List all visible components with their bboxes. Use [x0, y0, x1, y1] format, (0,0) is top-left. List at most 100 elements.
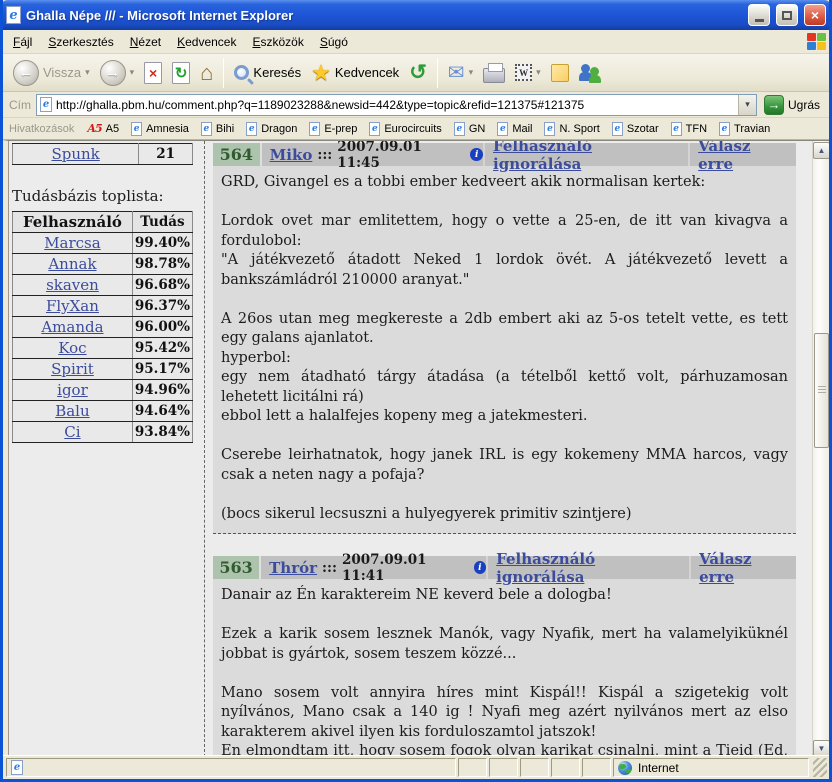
score-value: 94.96% [132, 380, 192, 401]
link-item-a5[interactable]: A5 A5 [84, 122, 126, 135]
close-button[interactable]: × [804, 4, 826, 26]
ignore-user-link[interactable]: Felhasználó ignorálása [493, 140, 680, 173]
score-value: 96.37% [132, 296, 192, 317]
resize-grip[interactable] [813, 758, 827, 777]
link-item[interactable]: e Amnesia [128, 122, 196, 136]
back-icon: ← [13, 60, 39, 86]
user-link[interactable]: Koc [58, 339, 86, 357]
user-link[interactable]: Spirit [51, 360, 94, 378]
mail-button[interactable]: ✉ ▾ [444, 61, 477, 85]
link-label: Travian [734, 123, 770, 135]
user-link[interactable]: igor [57, 381, 88, 399]
scrollbar-thumb[interactable] [814, 333, 829, 448]
ie-doc-icon: e [246, 122, 257, 136]
score-value: 96.68% [132, 275, 192, 296]
favorites-button[interactable]: ★ Kedvencek [307, 60, 403, 86]
edit-button[interactable]: W ▾ [511, 62, 545, 83]
link-item[interactable]: e GN [451, 122, 493, 136]
toplist-row: FlyXan 96.37% [13, 296, 193, 317]
vertical-scrollbar[interactable]: ▲ ▼ [812, 141, 829, 757]
forward-button[interactable]: → ▾ [96, 58, 139, 88]
menu-item[interactable]: Súgó [312, 32, 356, 52]
scroll-up-button[interactable]: ▲ [813, 142, 829, 159]
messenger-button[interactable] [575, 61, 607, 85]
user-link[interactable]: Balu [55, 402, 89, 420]
back-button[interactable]: ← Vissza ▾ [9, 58, 94, 88]
user-link[interactable]: skaven [46, 276, 99, 294]
info-icon[interactable]: i [474, 561, 487, 574]
link-item[interactable]: e Szotar [609, 122, 666, 136]
link-item[interactable]: e N. Sport [541, 122, 606, 136]
refresh-icon: ↻ [172, 62, 190, 84]
links-items: e Amnesia e Bihi e Dragon e E-prep [128, 122, 777, 136]
forward-dropdown-icon[interactable]: ▾ [130, 67, 135, 78]
link-label: GN [469, 123, 486, 135]
address-field[interactable]: e http://ghalla.pbm.hu/comment.php?q=118… [36, 94, 757, 116]
stop-button[interactable]: × [140, 60, 166, 86]
forum-post-563: 563 Thrór ::: 2007.09.01 11:41 i Felhasz… [213, 556, 796, 757]
link-label: Eurocircuits [384, 123, 441, 135]
discuss-button[interactable] [547, 62, 573, 84]
post-header: 563 Thrór ::: 2007.09.01 11:41 i Felhasz… [213, 556, 796, 579]
address-dropdown-button[interactable]: ▾ [738, 95, 756, 115]
link-label: Szotar [627, 123, 659, 135]
user-link[interactable]: Amanda [41, 318, 103, 336]
post-meta-separator: ::: [322, 560, 337, 576]
ie-doc-icon: e [612, 122, 623, 136]
link-item[interactable]: e Eurocircuits [366, 122, 448, 136]
menu-item[interactable]: Nézet [122, 32, 169, 52]
maximize-button[interactable] [776, 4, 798, 26]
post-header: 564 Miko ::: 2007.09.01 11:45 i Felhaszn… [213, 143, 796, 166]
menu-item[interactable]: Kedvencek [169, 32, 244, 52]
post-author-link[interactable]: Thrór [269, 559, 317, 577]
ignore-user-link[interactable]: Felhasználó ignorálása [496, 550, 681, 586]
edit-dropdown-icon[interactable]: ▾ [536, 67, 541, 78]
toplist-row: skaven 96.68% [13, 275, 193, 296]
user-link[interactable]: Spunk [51, 145, 99, 163]
back-dropdown-icon[interactable]: ▾ [85, 67, 90, 78]
score-value: 95.42% [132, 338, 192, 359]
post-body: Danair az Én karaktereim NE keverd bele … [213, 579, 796, 757]
mail-dropdown-icon[interactable]: ▾ [469, 67, 474, 78]
address-url[interactable]: http://ghalla.pbm.hu/comment.php?q=11890… [56, 98, 734, 112]
link-item[interactable]: e Bihi [198, 122, 241, 136]
user-link[interactable]: FlyXan [46, 297, 99, 315]
link-item[interactable]: e Travian [716, 122, 777, 136]
sidebar: Spunk 21 Tudásbázis toplista: Felhasznál… [12, 141, 198, 443]
search-button[interactable]: Keresés [230, 63, 305, 82]
status-pane [551, 758, 580, 777]
menu-item[interactable]: Fájl [5, 32, 40, 52]
user-link[interactable]: Ci [64, 423, 80, 441]
reply-link[interactable]: Válasz erre [699, 550, 788, 586]
print-button[interactable] [479, 60, 509, 85]
go-label: Ugrás [788, 98, 820, 112]
status-pane [520, 758, 549, 777]
menu-item[interactable]: Eszközök [244, 32, 311, 52]
home-button[interactable]: ⌂ [196, 60, 217, 86]
reply-link[interactable]: Válasz erre [698, 140, 788, 173]
link-item[interactable]: e Mail [494, 122, 539, 136]
mail-icon: ✉ [448, 63, 465, 83]
ie-doc-icon: e [11, 760, 23, 775]
link-item[interactable]: e Dragon [243, 122, 304, 136]
history-button[interactable]: ↺ [405, 60, 431, 85]
edit-icon: W [515, 64, 532, 81]
content-divider [204, 141, 205, 757]
toplist-row: Annak 98.78% [13, 254, 193, 275]
menu-item[interactable]: Szerkesztés [40, 32, 121, 52]
link-item[interactable]: e E-prep [306, 122, 364, 136]
link-item[interactable]: e TFN [668, 122, 714, 136]
info-icon[interactable]: i [470, 148, 483, 161]
user-link[interactable]: Annak [48, 255, 96, 273]
score-value: 95.17% [132, 359, 192, 380]
score-value: 94.64% [132, 401, 192, 422]
toplist-row: Ci 93.84% [13, 422, 193, 443]
user-value: 21 [139, 144, 193, 165]
refresh-button[interactable]: ↻ [168, 60, 194, 86]
user-link[interactable]: Marcsa [44, 234, 101, 252]
page-icon: e [40, 97, 52, 112]
minimize-button[interactable] [748, 4, 770, 26]
title-bar[interactable]: e Ghalla Népe /// - Microsoft Internet E… [0, 0, 832, 30]
go-button[interactable]: → Ugrás [762, 94, 825, 116]
post-author-link[interactable]: Miko [270, 146, 313, 164]
